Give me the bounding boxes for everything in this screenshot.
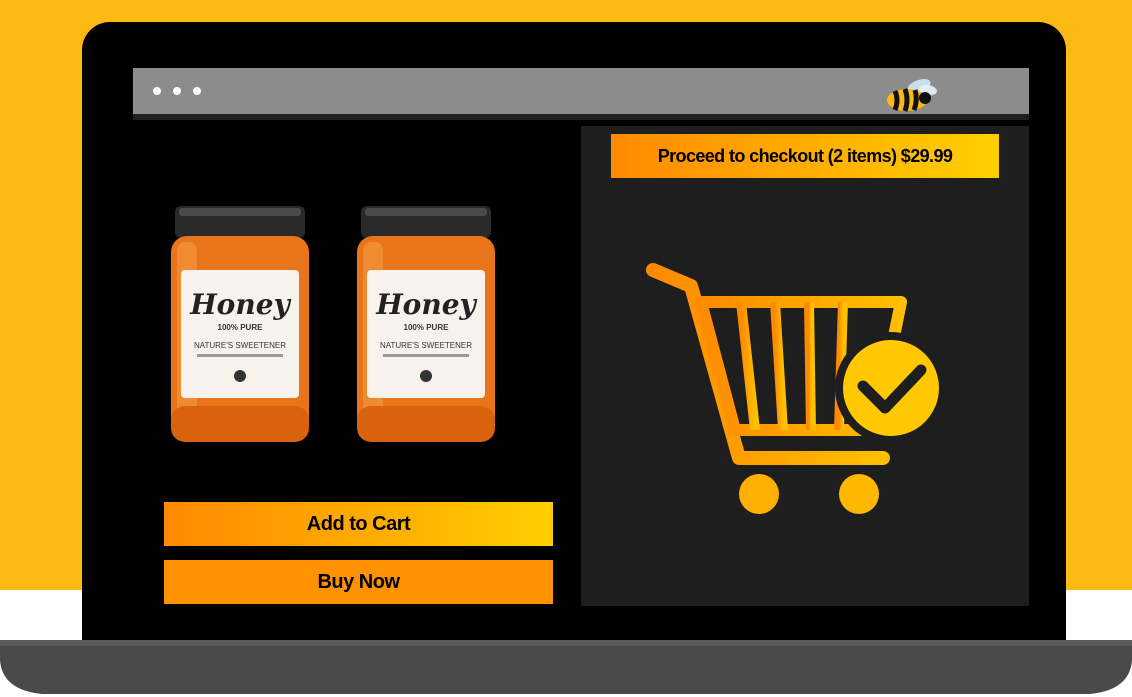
- menu-dot: [153, 87, 161, 95]
- bee-icon: [887, 79, 937, 112]
- three-dots-icon[interactable]: [153, 87, 201, 95]
- jar-label-line1: 100% PURE: [404, 323, 450, 332]
- menu-dot: [173, 87, 181, 95]
- laptop-base: [0, 640, 1132, 694]
- menu-dot: [193, 87, 201, 95]
- laptop-screen: Honey 100% PURE NATURE'S SWEETENER Honey…: [133, 68, 1029, 606]
- cart-panel: Proceed to checkout (2 items) $29.99: [581, 126, 1029, 606]
- jar-label-line1: 100% PURE: [218, 323, 264, 332]
- jar-label-line2: NATURE'S SWEETENER: [194, 341, 286, 350]
- buy-now-button[interactable]: Buy Now: [164, 560, 553, 604]
- jar-label-title: Honey: [189, 288, 291, 321]
- cart-check-icon: [646, 263, 947, 514]
- product-panel: Honey 100% PURE NATURE'S SWEETENER Honey…: [133, 126, 577, 606]
- honey-jar-image[interactable]: Honey 100% PURE NATURE'S SWEETENER: [355, 206, 497, 446]
- proceed-to-checkout-button[interactable]: Proceed to checkout (2 items) $29.99: [611, 134, 999, 178]
- jar-label-line2: NATURE'S SWEETENER: [380, 341, 472, 350]
- honey-jar-image[interactable]: Honey 100% PURE NATURE'S SWEETENER: [169, 206, 311, 446]
- jar-label-title: Honey: [375, 288, 477, 321]
- browser-bar: [133, 68, 1029, 120]
- add-to-cart-button[interactable]: Add to Cart: [164, 502, 553, 546]
